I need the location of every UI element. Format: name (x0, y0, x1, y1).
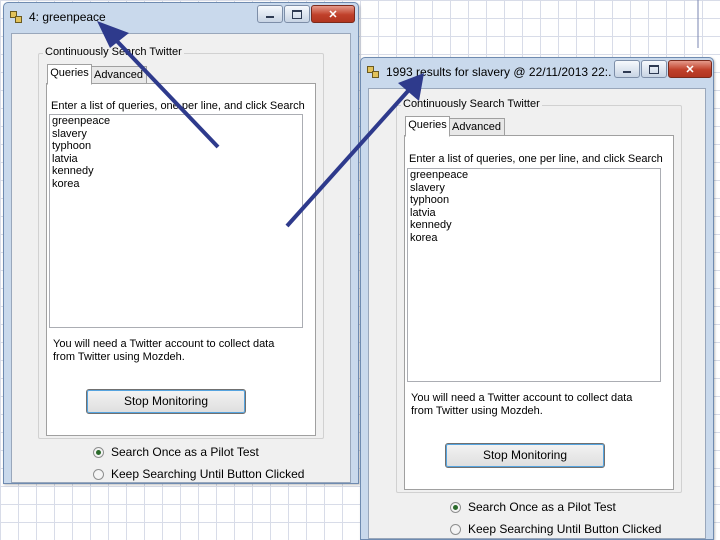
groupbox-title: Continuously Search Twitter (401, 98, 542, 110)
minimize-button[interactable] (614, 60, 640, 78)
queries-textarea[interactable]: greenpeace slavery typhoon latvia kenned… (49, 114, 303, 328)
groupbox-title: Continuously Search Twitter (43, 46, 184, 58)
note-line-2: from Twitter using Mozdeh. (53, 351, 185, 363)
maximize-button[interactable] (284, 5, 310, 23)
app-icon (10, 11, 22, 23)
window-greenpeace: 4: greenpeace ✕ Continuously Search Twit… (3, 2, 359, 484)
query-line: kennedy (410, 219, 452, 231)
tab-queries[interactable]: Queries (405, 116, 450, 137)
query-line: slavery (52, 127, 87, 140)
groupbox-continuous-search: Continuously Search Twitter Queries Adva… (38, 46, 324, 439)
radio-button-unselected[interactable] (450, 523, 461, 535)
radio-keep-searching[interactable]: Keep Searching Until Button Clicked (93, 467, 304, 481)
query-line: slavery (410, 181, 445, 194)
queries-textarea[interactable]: greenpeace slavery typhoon latvia kenned… (407, 168, 661, 382)
queries-tab-page: Enter a list of queries, one per line, a… (404, 135, 674, 490)
radio-label: Keep Searching Until Button Clicked (111, 467, 305, 481)
radio-label: Search Once as a Pilot Test (111, 445, 259, 459)
radio-keep-searching[interactable]: Keep Searching Until Button Clicked (450, 522, 661, 536)
radio-button-selected[interactable] (93, 446, 104, 458)
window-client-area: Continuously Search Twitter Queries Adva… (11, 33, 351, 483)
minimize-icon (266, 16, 274, 18)
radio-button-selected[interactable] (450, 501, 461, 513)
title-bar[interactable]: 4: greenpeace ✕ (4, 3, 358, 31)
minimize-button[interactable] (257, 5, 283, 23)
instructions-label: Enter a list of queries, one per line, a… (409, 153, 663, 165)
radio-label: Search Once as a Pilot Test (468, 500, 616, 514)
window-slavery-results: 1993 results for slavery @ 22/11/2013 22… (360, 57, 714, 540)
query-line: greenpeace (52, 115, 111, 127)
query-line: latvia (52, 152, 78, 165)
instructions-label: Enter a list of queries, one per line, a… (51, 100, 305, 112)
window-title: 1993 results for slavery @ 22/11/2013 22… (386, 65, 612, 79)
query-line: greenpeace (410, 169, 469, 181)
twitter-account-note: You will need a Twitter account to colle… (411, 392, 632, 418)
note-line-2: from Twitter using Mozdeh. (411, 405, 543, 417)
query-line: kennedy (52, 165, 94, 177)
title-bar[interactable]: 1993 results for slavery @ 22/11/2013 22… (361, 58, 713, 86)
groupbox-continuous-search: Continuously Search Twitter Queries Adva… (396, 98, 682, 493)
maximize-icon (649, 64, 659, 74)
query-line: typhoon (410, 194, 450, 206)
queries-tab-page: Enter a list of queries, one per line, a… (46, 83, 316, 436)
radio-search-once[interactable]: Search Once as a Pilot Test (450, 500, 616, 514)
note-line-1: You will need a Twitter account to colle… (411, 392, 633, 404)
close-button[interactable]: ✕ (311, 5, 355, 23)
tab-queries[interactable]: Queries (47, 64, 92, 85)
radio-label: Keep Searching Until Button Clicked (468, 522, 662, 536)
window-client-area: Continuously Search Twitter Queries Adva… (368, 88, 706, 539)
query-line: typhoon (52, 140, 92, 152)
radio-button-unselected[interactable] (93, 468, 104, 480)
maximize-button[interactable] (641, 60, 667, 78)
radio-search-once[interactable]: Search Once as a Pilot Test (93, 445, 259, 459)
query-line: latvia (410, 206, 436, 219)
app-icon (367, 66, 379, 78)
query-line: korea (410, 231, 438, 244)
minimize-icon (623, 71, 631, 73)
stop-monitoring-button[interactable]: Stop Monitoring (445, 443, 605, 468)
close-icon: ✕ (328, 8, 338, 21)
stop-monitoring-button[interactable]: Stop Monitoring (86, 389, 246, 414)
twitter-account-note: You will need a Twitter account to colle… (53, 338, 274, 364)
close-icon: ✕ (685, 63, 695, 76)
note-line-1: You will need a Twitter account to colle… (53, 338, 275, 350)
window-title: 4: greenpeace (29, 10, 106, 24)
maximize-icon (292, 9, 302, 19)
close-button[interactable]: ✕ (668, 60, 712, 78)
query-line: korea (52, 177, 80, 190)
